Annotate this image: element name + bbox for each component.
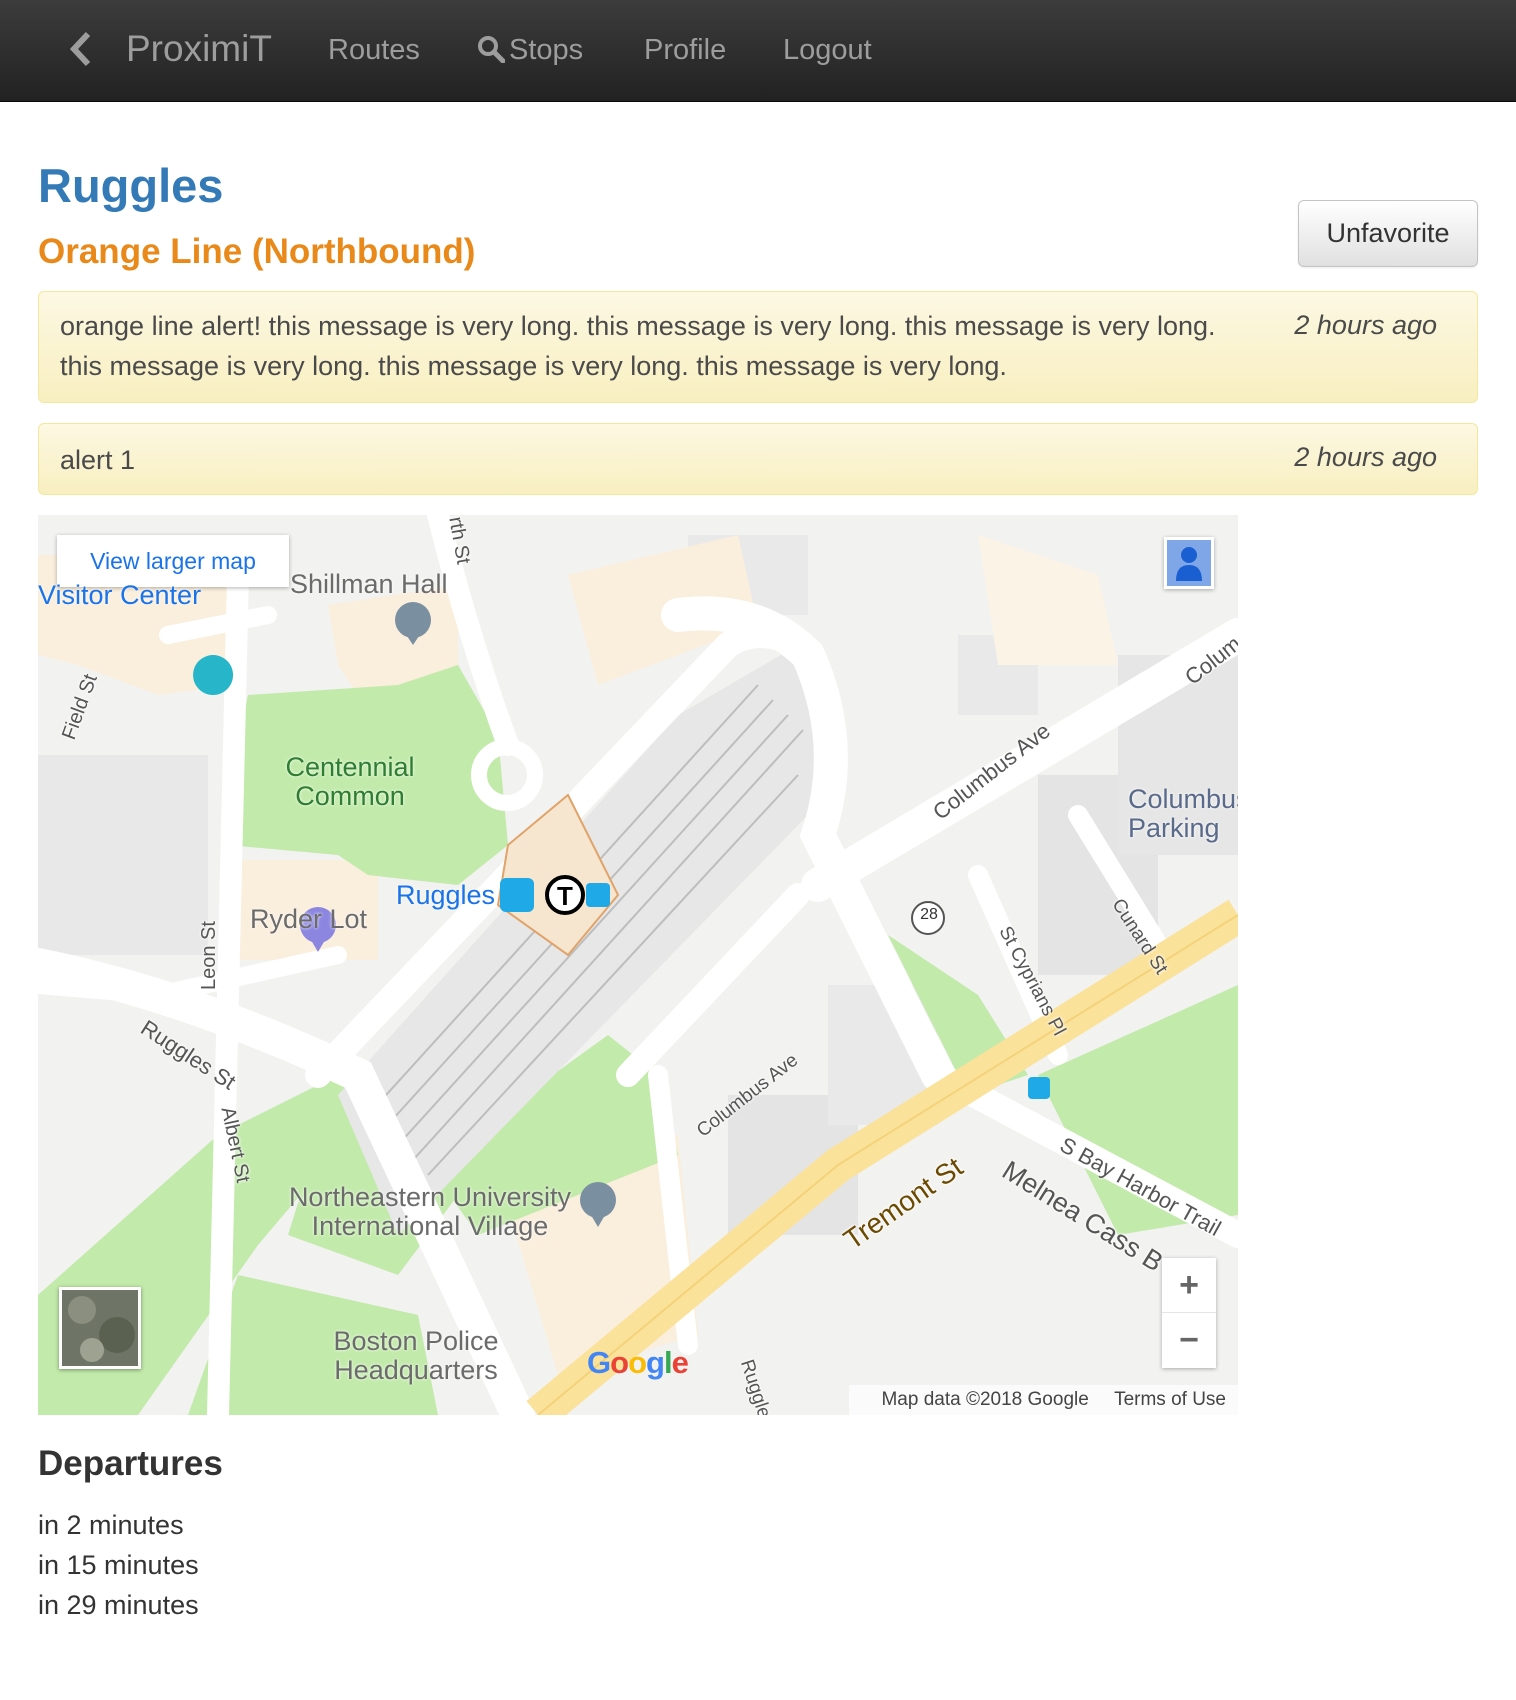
brand-link[interactable]: ProximiT [126,28,272,70]
map-label-centennial-common: Centennial Common [285,752,415,811]
map-attribution: Map data ©2018 Google Terms of Use [849,1385,1238,1415]
back-chevron-icon[interactable] [64,28,96,70]
zoom-out-button[interactable]: − [1162,1313,1216,1368]
search-icon [478,36,506,64]
google-logo: Google [587,1345,689,1380]
route-28-shield: 28 [920,906,938,923]
map-embed[interactable]: T View larger map Visitor Center Shillma… [38,515,1238,1415]
alert-message: orange line alert! this message is very … [60,311,1216,381]
map-label-northeastern: Northeastern University International Vi… [288,1182,572,1241]
zoom-control: + − [1162,1258,1216,1368]
nav-stops-label: Stops [509,34,584,66]
nav-logout[interactable]: Logout [783,34,872,67]
svg-text:T: T [557,881,573,911]
map-label-ryder-lot: Ryder Lot [250,904,368,934]
departures-heading: Departures [38,1444,223,1483]
departure-item: in 2 minutes [38,1510,184,1540]
nav-routes[interactable]: Routes [328,34,420,67]
pin-icon [193,655,234,695]
map-label-shillman-hall: Shillman Hall [290,569,448,599]
stop-title: Ruggles [38,159,224,212]
map-label-visitor-center: Visitor Center [38,580,202,610]
map-label-columbus-parking: Columbus Parking [1128,785,1238,843]
nav-stops[interactable]: Stops [477,34,583,67]
map-label-boston-police: Boston Police Headquarters [333,1326,499,1385]
unfavorite-button[interactable]: Unfavorite [1298,200,1478,267]
nav-profile[interactable]: Profile [644,34,726,67]
alert-box: alert 1 2 hours ago [38,423,1478,495]
departure-item: in 15 minutes [38,1550,199,1580]
map-data-text: Map data ©2018 Google [881,1389,1089,1410]
alert-time: 2 hours ago [1294,442,1437,472]
terms-of-use-link[interactable]: Terms of Use [1114,1389,1226,1410]
zoom-in-button[interactable]: + [1162,1258,1216,1313]
alert-message: alert 1 [60,445,136,475]
street-view-pegman-icon[interactable] [1164,537,1214,589]
departure-item: in 29 minutes [38,1590,199,1620]
route-title: Orange Line (Northbound) [38,232,476,271]
street-label: Leon St [198,921,220,990]
alert-box: orange line alert! this message is very … [38,291,1478,403]
navbar: ProximiT Routes Stops Profile Logout [0,0,1516,102]
alert-time: 2 hours ago [1294,310,1437,340]
map-label-ruggles: Ruggles [396,880,496,910]
satellite-toggle[interactable] [59,1287,141,1369]
